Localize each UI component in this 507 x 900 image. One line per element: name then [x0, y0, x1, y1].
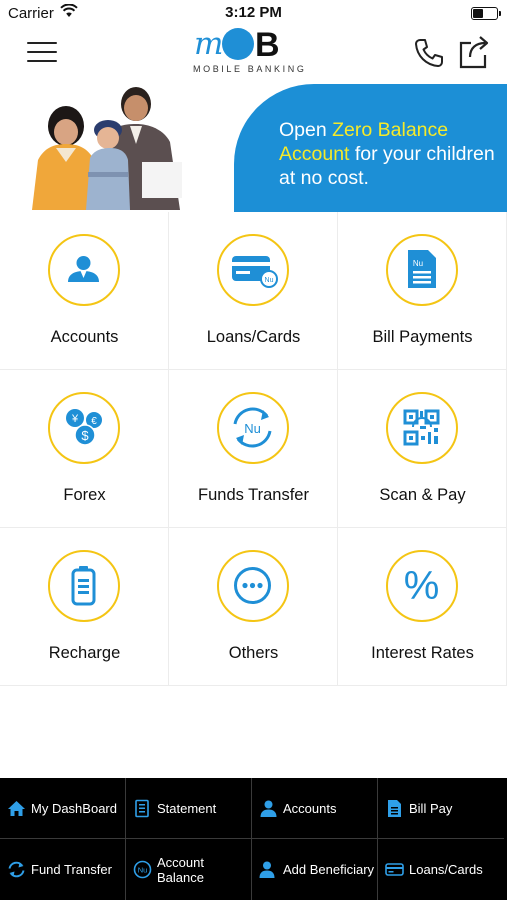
tab-label: Bill Pay: [409, 801, 453, 816]
tile-recharge[interactable]: Recharge: [0, 528, 169, 686]
qr-code-icon: [403, 409, 440, 446]
svg-text:€: €: [91, 416, 97, 427]
family-photo: [32, 87, 182, 210]
tile-interest-rates[interactable]: % Interest Rates: [338, 528, 507, 686]
tab-add-beneficiary[interactable]: Add Beneficiary: [252, 839, 378, 900]
home-icon: [8, 801, 25, 816]
tab-fund-transfer[interactable]: Fund Transfer: [0, 839, 126, 900]
tile-loans-cards[interactable]: Nu Loans/Cards: [169, 212, 338, 370]
svg-text:Nu: Nu: [138, 866, 148, 875]
tab-label: Fund Transfer: [31, 862, 112, 877]
statement-icon: [135, 799, 149, 818]
tile-label: Forex: [63, 486, 106, 504]
tab-label: Account Balance: [157, 854, 204, 885]
bill-icon: Nu: [408, 250, 436, 288]
bottom-tab-bar: My DashBoard Statement Accounts Bill Pay: [0, 778, 507, 900]
svg-text:%: %: [404, 564, 440, 608]
tile-scan-pay[interactable]: Scan & Pay: [338, 370, 507, 528]
person-icon: [260, 800, 277, 817]
add-person-icon: [259, 861, 275, 878]
tile-label: Funds Transfer: [198, 486, 309, 504]
card-icon: Nu: [232, 256, 278, 288]
account-person-icon: [68, 256, 99, 282]
tile-others[interactable]: Others: [169, 528, 338, 686]
bill-icon: [388, 800, 401, 817]
svg-text:Nu: Nu: [265, 277, 274, 284]
tab-label: Add Beneficiary: [283, 862, 375, 877]
clock: 3:12 PM: [225, 4, 282, 21]
tile-label: Bill Payments: [372, 328, 473, 346]
currency-coins-icon: ¥ € $: [66, 409, 102, 446]
nu-coin-icon: Nu: [133, 860, 152, 879]
tab-label: Accounts: [283, 801, 337, 816]
tile-funds-transfer[interactable]: Nu Funds Transfer: [169, 370, 338, 528]
logo-m: m: [194, 26, 224, 62]
tab-account-balance[interactable]: Nu Account Balance: [126, 839, 252, 900]
tab-accounts[interactable]: Accounts: [252, 778, 378, 839]
more-dots-icon: [234, 567, 271, 604]
tab-bill-pay[interactable]: Bill Pay: [378, 778, 504, 839]
battery-icon: [71, 566, 96, 606]
battery-icon: [471, 7, 501, 20]
tile-label: Recharge: [48, 644, 121, 662]
phone-icon[interactable]: [412, 36, 446, 70]
app-header: m B MOBILE BANKING: [0, 26, 507, 82]
tab-statement[interactable]: Statement: [126, 778, 252, 839]
tab-loans-cards[interactable]: Loans/Cards: [378, 839, 504, 900]
tab-label: My DashBoard: [31, 801, 117, 816]
tile-label: Loans/Cards: [206, 328, 301, 346]
refresh-icon: [8, 861, 25, 878]
svg-text:Nu: Nu: [413, 259, 423, 268]
logout-share-icon[interactable]: [457, 34, 491, 70]
tab-label: Loans/Cards: [409, 862, 483, 877]
tile-label: Accounts: [50, 328, 119, 346]
tab-my-dashboard[interactable]: My DashBoard: [0, 778, 126, 839]
percent-icon: %: [404, 564, 440, 608]
tile-bill-payments[interactable]: Nu Bill Payments: [338, 212, 507, 370]
svg-text:¥: ¥: [71, 413, 79, 425]
tile-label: Interest Rates: [371, 644, 474, 662]
mbob-logo: m B MOBILE BANKING: [192, 26, 320, 78]
banner-text: Open Zero Balance Account for your child…: [279, 119, 495, 189]
logo-subtitle: MOBILE BANKING: [193, 64, 307, 74]
svg-text:$: $: [81, 428, 89, 443]
status-bar: Carrier 3:12 PM: [0, 0, 507, 26]
transfer-cycle-icon: Nu: [233, 407, 272, 448]
svg-text:Nu: Nu: [244, 421, 261, 436]
hamburger-menu-icon[interactable]: [27, 40, 57, 64]
card-icon: [385, 863, 404, 876]
tile-label: Scan & Pay: [379, 486, 466, 504]
tile-accounts[interactable]: Accounts: [0, 212, 169, 370]
tab-label: Statement: [157, 801, 217, 816]
logo-bob: B: [222, 26, 280, 65]
promo-banner[interactable]: Open Zero Balance Account for your child…: [0, 82, 507, 212]
tile-forex[interactable]: ¥ € $ Forex: [0, 370, 169, 528]
tile-label: Others: [228, 644, 279, 662]
services-grid: Accounts Nu Loans/Cards Nu Bill Payments: [0, 212, 507, 687]
